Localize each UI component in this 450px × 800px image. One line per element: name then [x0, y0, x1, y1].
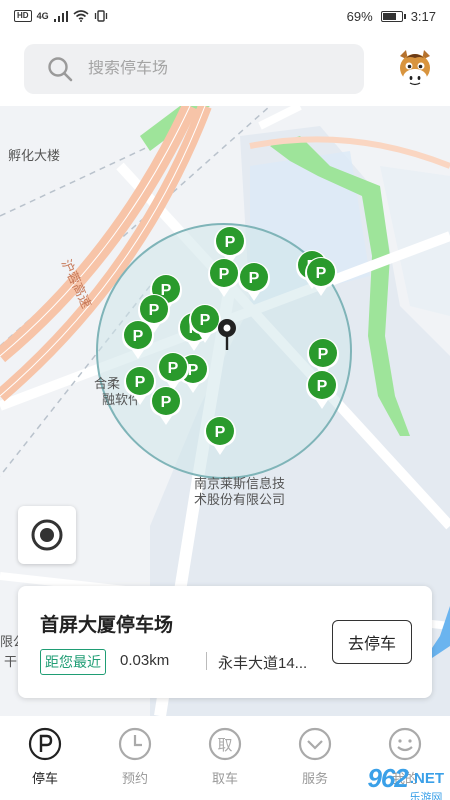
locate-button[interactable] — [18, 506, 76, 564]
svg-text:P: P — [161, 394, 172, 411]
status-bar: HD 4G 69% 3:17 — [0, 0, 450, 32]
parking-marker-icon[interactable]: P — [304, 368, 340, 410]
map-label-incubator: 孵化大楼 — [8, 148, 61, 163]
tab-service[interactable]: 服务 — [270, 716, 360, 800]
divider — [206, 652, 207, 670]
search-bar[interactable] — [24, 44, 364, 94]
header — [0, 32, 450, 106]
svg-text:P: P — [135, 374, 146, 391]
tab-label: 预约 — [121, 771, 148, 786]
status-right: 69% 3:17 — [347, 9, 436, 24]
search-icon — [48, 57, 73, 82]
tab-label: 停车 — [31, 771, 58, 786]
tab-label: 取车 — [211, 771, 238, 786]
battery-percent: 69% — [346, 8, 373, 24]
svg-text:P: P — [219, 266, 230, 283]
tab-parking[interactable]: 停车 — [0, 716, 90, 800]
svg-text:P: P — [200, 312, 211, 329]
svg-text:P: P — [133, 328, 144, 345]
svg-text:P: P — [318, 346, 329, 363]
network-gen: 4G — [36, 11, 49, 21]
tab-label: 服务 — [301, 771, 328, 786]
status-left: HD 4G — [14, 10, 108, 22]
map-label-hehe-1: 合柔 — [94, 376, 121, 391]
map-label-company-1: 南京莱斯信息技 — [194, 476, 286, 491]
location-pin-icon — [218, 319, 236, 350]
parking-address: 永丰大道14... — [218, 655, 308, 672]
clock-time: 3:17 — [410, 8, 436, 24]
svg-text:P: P — [317, 378, 328, 395]
svg-text:P: P — [149, 302, 160, 319]
tab-pickup[interactable]: 取 取车 — [180, 716, 270, 800]
hd-badge: HD — [14, 10, 32, 22]
watermark-subtitle: 乐游网 — [409, 792, 443, 800]
parking-name: 首屏大厦停车场 — [40, 615, 174, 636]
parking-marker-icon[interactable]: P — [236, 260, 272, 302]
parking-marker-icon[interactable]: P — [120, 318, 156, 360]
parking-card[interactable]: 首屏大厦停车场 距您最近 0.03km 永丰大道14... 去停车 — [18, 586, 432, 698]
svg-text:P: P — [215, 424, 226, 441]
clock-icon — [118, 727, 152, 761]
pickup-icon: 取 — [208, 727, 242, 761]
map-label-company-2: 术股份有限公司 — [194, 492, 286, 507]
map-label-edge-2: 干 — [4, 654, 18, 669]
target-icon — [31, 519, 63, 551]
watermark-domain: .NET — [409, 770, 444, 787]
watermark-logo: 962 .NET 乐游网 — [367, 763, 444, 800]
parking-marker-icon[interactable]: P — [202, 414, 238, 456]
pickup-glyph: 取 — [217, 736, 232, 754]
tab-reserve[interactable]: 预约 — [90, 716, 180, 800]
chevron-down-circle-icon — [298, 727, 332, 761]
svg-text:P: P — [249, 270, 260, 287]
signal-icon — [53, 10, 68, 22]
horse-avatar-icon[interactable] — [392, 46, 438, 92]
svg-text:P: P — [168, 360, 179, 377]
parking-marker-icon[interactable]: P — [303, 255, 339, 297]
parking-p-icon — [28, 727, 62, 761]
nearest-badge: 距您最近 — [40, 649, 106, 675]
parking-marker-icon[interactable]: P — [148, 384, 184, 426]
watermark-brand: 962 — [367, 763, 408, 793]
battery-icon — [380, 10, 406, 22]
search-input[interactable] — [88, 60, 328, 78]
vibrate-icon — [94, 10, 107, 22]
wifi-icon — [73, 10, 89, 22]
parking-distance: 0.03km — [120, 652, 170, 669]
svg-text:P: P — [316, 265, 327, 282]
svg-text:P: P — [225, 234, 236, 251]
smiley-icon — [388, 727, 422, 761]
go-park-button[interactable]: 去停车 — [332, 620, 412, 664]
